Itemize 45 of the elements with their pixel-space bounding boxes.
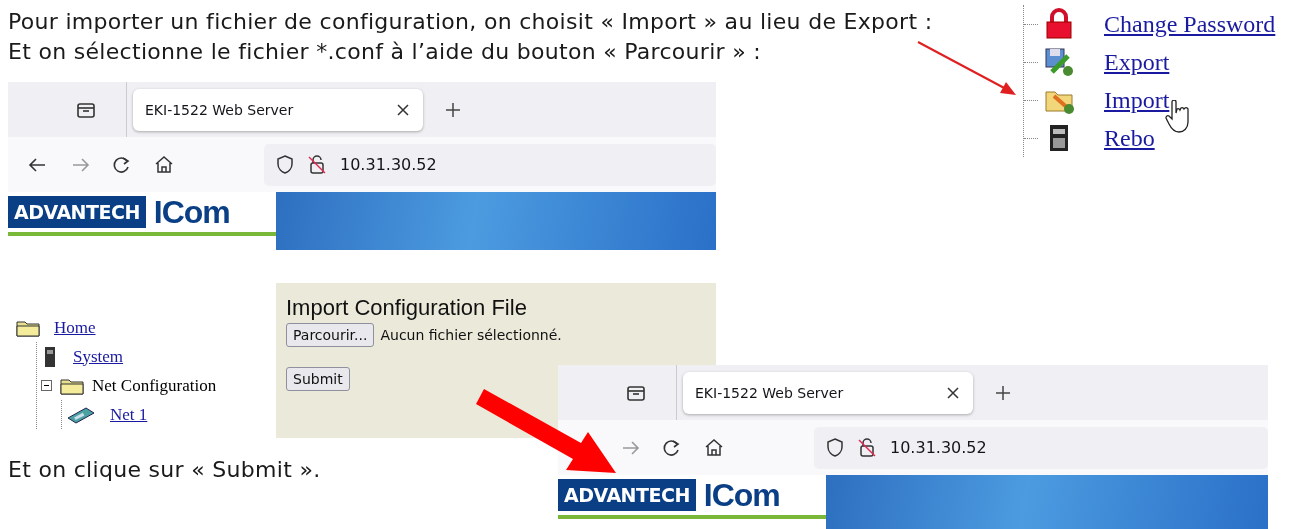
submit-button[interactable]: Submit: [286, 367, 350, 391]
reload-icon[interactable]: [662, 438, 682, 457]
close-icon[interactable]: [395, 101, 411, 118]
browse-button[interactable]: Parcourir...: [286, 323, 375, 347]
menu-link[interactable]: Change Password: [1104, 10, 1276, 38]
form-title: Import Configuration File: [286, 295, 528, 321]
browser-tab[interactable]: EKI-1522 Web Server: [683, 371, 973, 414]
url-text: 10.31.30.52: [340, 155, 437, 174]
reload-icon[interactable]: [112, 155, 132, 174]
instruction-text: Pour importer un fichier de configuration, on choisit « Import » au lieu de Export :: [8, 8, 933, 36]
crossed-lock-icon: [858, 437, 876, 458]
plus-icon[interactable]: [445, 101, 461, 118]
tree-label[interactable]: Net Configuration: [92, 375, 217, 396]
home-icon[interactable]: [154, 155, 174, 174]
address-bar[interactable]: 10.31.30.52: [814, 426, 1268, 469]
forward-arrow-icon[interactable]: [70, 155, 90, 174]
plus-icon[interactable]: [995, 384, 1011, 401]
url-text: 10.31.30.52: [890, 438, 987, 457]
tab-title: EKI-1522 Web Server: [145, 101, 294, 118]
tree-link[interactable]: Home: [54, 317, 96, 338]
collapse-icon[interactable]: [41, 380, 52, 391]
tree-link[interactable]: Net 1: [110, 404, 148, 425]
crossed-lock-icon: [308, 154, 326, 175]
menu-link[interactable]: Rebo: [1104, 124, 1155, 152]
home-icon[interactable]: [704, 438, 724, 457]
shield-icon: [276, 155, 294, 174]
browser-tab[interactable]: EKI-1522 Web Server: [133, 88, 423, 131]
forward-arrow-icon[interactable]: [620, 438, 640, 457]
padlock-icon: [1044, 8, 1074, 40]
instruction-text: Et on sélectionne le fichier *.conf à l’aide du bouton « Parcourir » :: [8, 38, 762, 66]
menu-link[interactable]: Import: [1104, 86, 1170, 114]
logo-brand-text: ADVANTECH: [8, 196, 146, 228]
menu-link[interactable]: Export: [1104, 48, 1170, 76]
tab-title: EKI-1522 Web Server: [695, 384, 844, 401]
close-icon[interactable]: [945, 384, 961, 401]
logo-product-text: ICom: [703, 479, 780, 511]
shield-icon: [826, 438, 844, 457]
logo-brand-text: ADVANTECH: [558, 479, 696, 511]
instruction-text: Et on clique sur « Submit ».: [8, 457, 321, 482]
address-bar[interactable]: 10.31.30.52: [264, 143, 716, 186]
back-arrow-icon[interactable]: [28, 155, 48, 174]
floppy-disk-icon: [1044, 46, 1074, 78]
file-status-text: Aucun fichier sélectionné.: [380, 327, 562, 343]
logo-product-text: ICom: [153, 196, 230, 228]
tree-link[interactable]: System: [73, 346, 124, 367]
